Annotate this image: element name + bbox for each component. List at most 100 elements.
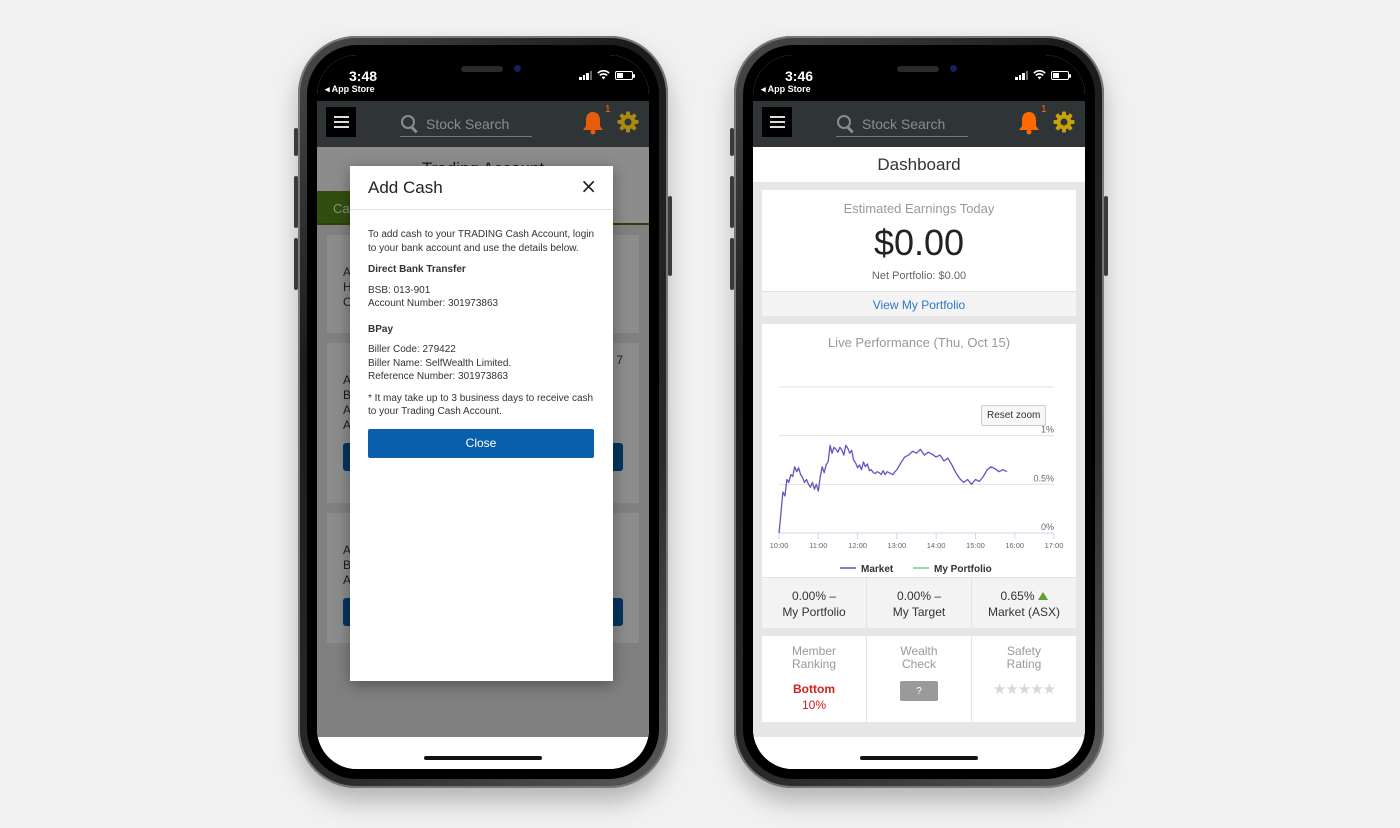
- stat-label: Market (ASX): [987, 605, 1060, 619]
- stock-search: [836, 111, 968, 137]
- wealth-check-button[interactable]: ?: [900, 681, 938, 701]
- x-tick-label: 15:00: [966, 541, 985, 550]
- add-cash-modal: Add Cash × To add cash to your TRADING C…: [350, 166, 613, 681]
- status-icons: [1015, 70, 1071, 80]
- performance-chart[interactable]: 0% 0.5% 1% 10:00 11:00 12:00 13:00 14:00 15:00 16…: [762, 350, 1072, 577]
- processing-note: * It may take up to 3 business days to r…: [368, 392, 594, 418]
- bsb-text: BSB: 013-901: [368, 284, 431, 296]
- speaker-grille: [897, 66, 939, 72]
- volume-up-button: [730, 176, 734, 228]
- chart-title: Live Performance (Thu, Oct 15): [827, 335, 1011, 350]
- front-camera: [514, 65, 521, 72]
- stat-market-asx: 0.65% Market (ASX): [972, 578, 1076, 628]
- battery-icon: [615, 70, 635, 80]
- search-icon: [836, 114, 856, 134]
- stat-my-target: 0.00% – My Target: [867, 578, 972, 628]
- mute-switch: [730, 128, 734, 156]
- stat-value: 0.65%: [1000, 589, 1035, 603]
- x-tick-label: 11:00: [809, 541, 827, 550]
- earnings-card: Estimated Earnings Today $0.00 Net Portf…: [762, 190, 1076, 316]
- earnings-label: Estimated Earnings Today: [843, 201, 995, 216]
- stat-my-portfolio: 0.00% – My Portfolio: [762, 578, 867, 628]
- speaker-grille: [461, 66, 503, 72]
- status-time: 3:46: [785, 68, 814, 84]
- ranking-value: Bottom: [793, 682, 835, 696]
- hamburger-menu-button[interactable]: [326, 107, 356, 137]
- account-number-text: Account Number: 301973863: [368, 298, 499, 309]
- modal-body: To add cash to your TRADING Cash Account…: [350, 210, 613, 458]
- legend-label: Market: [861, 564, 894, 575]
- biller-name-text: Biller Name: SelfWealth Limited.: [368, 357, 512, 369]
- biller-code-text: Biller Code: 279422: [368, 344, 456, 355]
- power-button: [1104, 196, 1108, 276]
- bell-icon: [583, 112, 603, 135]
- battery-icon: [1051, 70, 1071, 80]
- page-title: Dashboard: [753, 147, 1085, 182]
- notifications-button[interactable]: 1: [1018, 104, 1047, 135]
- back-to-app-store-link[interactable]: ◂ App Store: [325, 84, 375, 95]
- gear-icon: [617, 111, 639, 133]
- phone-bezel: 3:48 ◂ App Store 1: [307, 45, 659, 779]
- legend-label: My Portfolio: [934, 564, 992, 575]
- modal-intro: To add cash to your TRADING Cash Account…: [368, 229, 595, 254]
- notification-count-badge: 1: [1041, 104, 1047, 115]
- reset-zoom-button[interactable]: Reset zoom: [981, 405, 1047, 426]
- home-indicator-area: [753, 737, 1085, 769]
- member-metrics: Member Ranking Bottom 10% Wealth Check ?…: [762, 636, 1076, 722]
- stat-value: 0.00% –: [791, 589, 837, 603]
- left-screen: 3:48 ◂ App Store 1: [317, 55, 649, 769]
- left-phone-frame: 3:48 ◂ App Store 1: [294, 36, 672, 788]
- wifi-icon: [1033, 70, 1046, 80]
- direct-transfer-heading: Direct Bank Transfer: [368, 264, 466, 275]
- search-icon: [400, 114, 420, 134]
- power-button: [668, 196, 672, 276]
- right-phone-frame: 3:46 ◂ App Store 1: [730, 36, 1108, 788]
- stock-search-input[interactable]: [862, 115, 967, 132]
- status-bar: 3:46 ◂ App Store: [753, 55, 1085, 101]
- front-camera: [950, 65, 957, 72]
- home-indicator[interactable]: [424, 756, 542, 760]
- home-indicator[interactable]: [860, 756, 978, 760]
- x-tick-label: 17:00: [1045, 541, 1064, 550]
- y-tick-label: 0%: [1041, 522, 1054, 532]
- net-portfolio: Net Portfolio: $0.00: [871, 270, 967, 282]
- modal-title: Add Cash: [368, 178, 443, 197]
- member-ranking[interactable]: Member Ranking Bottom 10%: [762, 636, 867, 722]
- earnings-summary: Estimated Earnings Today $0.00 Net Portf…: [762, 190, 1076, 291]
- mute-switch: [294, 128, 298, 156]
- dashboard-page: Dashboard Estimated Earnings Today $0.00…: [753, 147, 1085, 769]
- app-header: 1: [317, 101, 649, 147]
- metric-label: Check: [901, 657, 936, 671]
- y-tick-label: 1%: [1041, 425, 1054, 435]
- metric-label: Rating: [1006, 657, 1042, 671]
- x-tick-label: 16:00: [1005, 541, 1024, 550]
- reference-number-text: Reference Number: 301973863: [368, 371, 509, 382]
- live-performance-card: Live Performance (Thu, Oct 15) 0% 0.5% 1% 1…: [762, 324, 1076, 577]
- earnings-amount: $0.00: [873, 222, 965, 263]
- volume-up-button: [294, 176, 298, 228]
- x-tick-label: 14:00: [927, 541, 946, 550]
- stock-search-input[interactable]: [426, 115, 531, 132]
- chart-area: 0% 0.5% 1% 10:00 11:00 12:00 13:00 14:00 15:00 16…: [762, 350, 1076, 577]
- settings-button[interactable]: [1053, 111, 1075, 133]
- ranking-percent: 10%: [801, 698, 827, 712]
- modal-header: Add Cash ×: [350, 166, 613, 210]
- settings-button[interactable]: [617, 111, 639, 133]
- stat-label: My Target: [892, 605, 946, 619]
- back-to-app-store-link[interactable]: ◂ App Store: [761, 84, 811, 95]
- bell-icon: [1019, 112, 1039, 135]
- status-time: 3:48: [349, 68, 378, 84]
- stock-search: [400, 111, 532, 137]
- safety-rating[interactable]: Safety Rating ★★★★★: [972, 636, 1076, 722]
- status-bar: 3:48 ◂ App Store: [317, 55, 649, 101]
- wifi-icon: [597, 70, 610, 80]
- x-tick-label: 10:00: [770, 541, 789, 550]
- notifications-button[interactable]: 1: [582, 104, 611, 135]
- hamburger-menu-button[interactable]: [762, 107, 792, 137]
- view-my-portfolio-link[interactable]: View My Portfolio: [762, 291, 1076, 316]
- series-line-market: [778, 444, 1008, 534]
- stat-value: 0.00% –: [896, 589, 942, 603]
- close-button[interactable]: Close: [368, 428, 594, 458]
- phone-bezel: 3:46 ◂ App Store 1: [743, 45, 1095, 779]
- close-icon[interactable]: ×: [580, 176, 597, 196]
